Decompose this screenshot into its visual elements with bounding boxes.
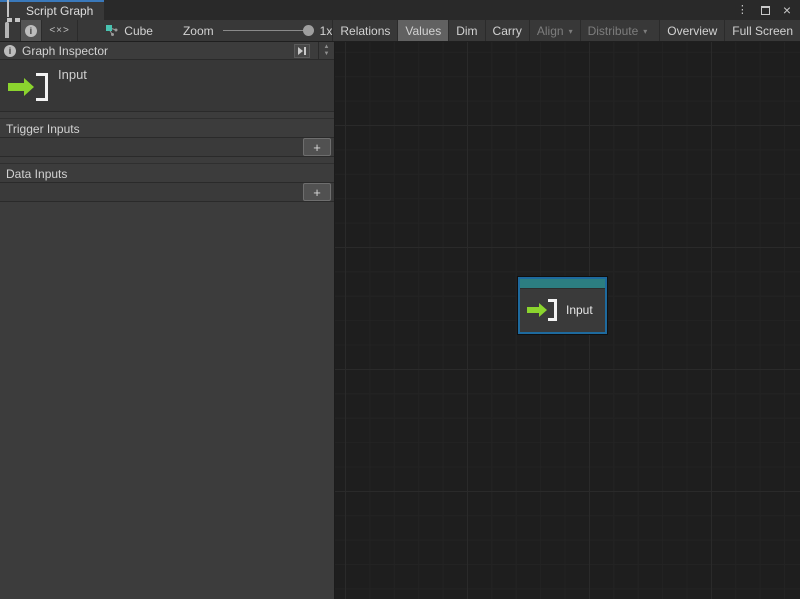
tab-script-graph[interactable]: Script Graph <box>0 0 104 20</box>
titlebar: Script Graph ⋮ × <box>0 0 800 20</box>
main-area: i Graph Inspector ▲ ▼ Input Trigger Inpu… <box>0 42 800 599</box>
maximize-icon[interactable] <box>761 6 770 15</box>
data-inputs-label: Data Inputs <box>0 163 334 182</box>
input-unit-icon <box>527 299 557 321</box>
dock-icon <box>298 47 303 55</box>
chevron-down-icon: ▾ <box>569 26 573 36</box>
unit-preview-title: Input <box>58 67 87 82</box>
edit-code-button[interactable]: <×> <box>42 20 78 41</box>
graph-asset-icon <box>106 25 118 37</box>
dim-button[interactable]: Dim <box>448 20 484 41</box>
trigger-inputs-label: Trigger Inputs <box>0 118 334 137</box>
align-dropdown[interactable]: Align ▾ <box>529 20 580 41</box>
tab-label: Script Graph <box>26 4 93 18</box>
spinner-down-icon[interactable]: ▼ <box>324 52 330 57</box>
data-inputs-list: + <box>0 182 334 202</box>
scroll-spinner[interactable]: ▲ ▼ <box>318 42 334 59</box>
relations-button[interactable]: Relations <box>332 20 397 41</box>
input-node-body: Input <box>520 289 605 330</box>
graph-inspector-panel: i Graph Inspector ▲ ▼ Input Trigger Inpu… <box>0 42 335 599</box>
window-controls: ⋮ × <box>737 0 800 20</box>
zoom-control: Zoom 1x <box>183 20 332 41</box>
toolbar-toggle-group: Relations Values Dim Carry Align ▾ Distr… <box>332 20 800 41</box>
input-unit-icon <box>8 73 48 101</box>
code-icon: <×> <box>49 25 70 36</box>
script-graph-icon <box>7 0 20 22</box>
add-trigger-input-button[interactable]: + <box>303 138 331 156</box>
trigger-inputs-list: + <box>0 137 334 157</box>
chevron-down-icon: ▾ <box>643 26 647 36</box>
kebab-menu-icon[interactable]: ⋮ <box>737 5 748 15</box>
full-screen-button[interactable]: Full Screen <box>724 20 800 41</box>
graph-inspector-title: Graph Inspector <box>22 44 288 58</box>
zoom-value: 1x <box>320 24 333 38</box>
info-icon: i <box>4 45 16 57</box>
lock-button[interactable] <box>0 20 21 41</box>
add-data-input-button[interactable]: + <box>303 183 331 201</box>
overview-button[interactable]: Overview <box>659 20 724 41</box>
input-node-label: Input <box>566 303 593 317</box>
graph-inspector-header: i Graph Inspector ▲ ▼ <box>0 42 334 60</box>
carry-button[interactable]: Carry <box>485 20 529 41</box>
lock-icon <box>5 24 15 38</box>
values-button[interactable]: Values <box>397 20 448 41</box>
graph-toolbar: i <×> Cube Zoom 1x Relations Values Dim <box>0 20 800 42</box>
info-icon: i <box>25 25 37 37</box>
inspector-toggle-button[interactable]: i <box>21 20 42 41</box>
input-node[interactable]: Input <box>518 277 607 334</box>
graph-asset-label: Cube <box>124 24 153 38</box>
graph-asset-breadcrumb[interactable]: Cube <box>106 20 153 41</box>
spinner-up-icon[interactable]: ▲ <box>324 45 330 50</box>
zoom-label: Zoom <box>183 24 214 38</box>
input-node-header[interactable] <box>520 279 605 289</box>
close-icon[interactable]: × <box>783 4 791 16</box>
graph-canvas[interactable]: Input <box>335 42 800 599</box>
distribute-dropdown[interactable]: Distribute ▾ <box>580 20 655 41</box>
zoom-slider[interactable] <box>223 30 311 31</box>
zoom-slider-thumb[interactable] <box>303 25 314 36</box>
unit-preview: Input <box>0 60 334 112</box>
dock-panel-button[interactable] <box>294 44 310 58</box>
